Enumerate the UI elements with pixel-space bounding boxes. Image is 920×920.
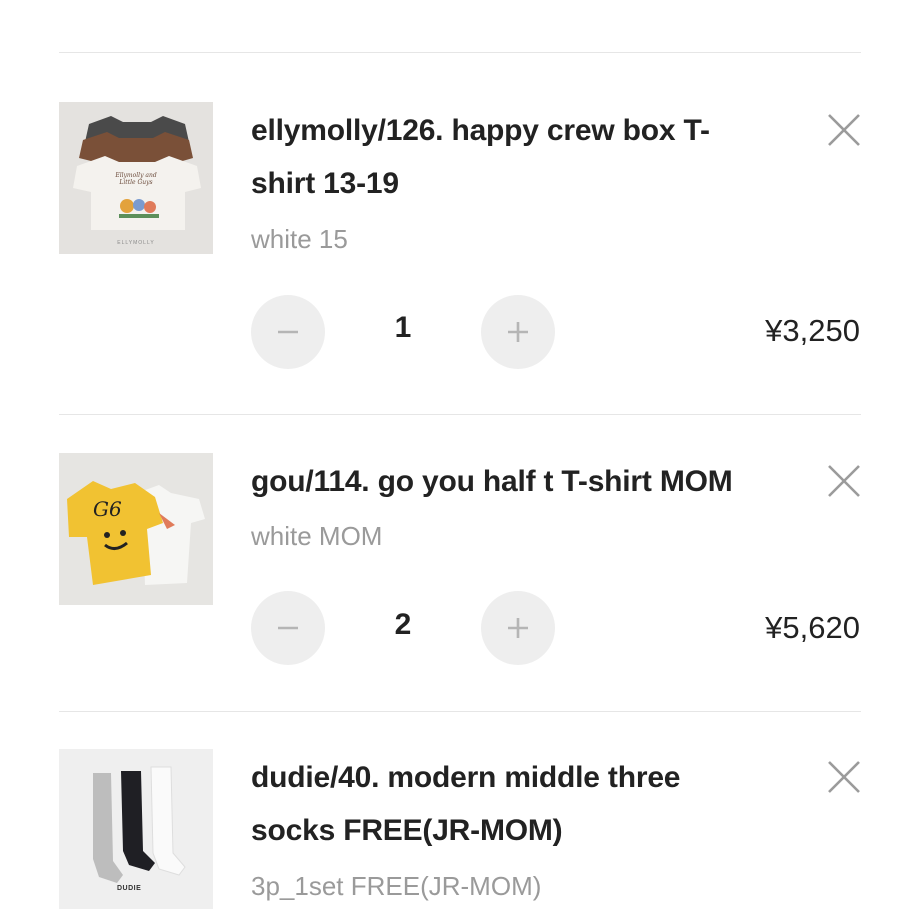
product-thumbnail[interactable]: Ellymolly and Little Guys ELLYMOLLY — [59, 102, 213, 254]
divider — [59, 414, 861, 415]
minus-icon — [278, 626, 298, 630]
plus-icon — [508, 618, 528, 638]
increase-quantity-button[interactable] — [481, 295, 555, 369]
thumb-logo-text: DUDIE — [117, 885, 142, 892]
close-icon — [828, 761, 860, 793]
decrease-quantity-button[interactable] — [251, 295, 325, 369]
product-title[interactable]: gou/114. go you half t T-shirt MOM — [251, 455, 811, 508]
product-title-line: socks FREE(JR-MOM) — [251, 814, 563, 847]
item-price: ¥3,250 — [765, 313, 860, 348]
product-variant: 3p_1set FREE(JR-MOM) — [251, 871, 542, 901]
item-price: ¥5,620 — [765, 610, 860, 645]
product-variant: white MOM — [251, 521, 383, 551]
product-title-line: shirt 13-19 — [251, 167, 399, 200]
increase-quantity-button[interactable] — [481, 591, 555, 665]
close-icon — [828, 114, 860, 146]
product-title[interactable]: ellymolly/126. happy crew box T- shirt 1… — [251, 104, 771, 210]
thumb-logo-text: ELLYMOLLY — [117, 240, 155, 246]
product-title-line: ellymolly/126. happy crew box T- — [251, 114, 710, 147]
divider — [59, 52, 861, 53]
divider — [59, 711, 861, 712]
minus-icon — [278, 330, 298, 334]
product-thumbnail[interactable]: DUDIE — [59, 749, 213, 909]
quantity-value: 2 — [394, 608, 412, 641]
remove-item-button[interactable] — [826, 759, 862, 795]
thumb-print-text: G6 — [93, 497, 122, 521]
close-icon — [828, 465, 860, 497]
product-variant: white 15 — [251, 224, 348, 254]
thumb-print-text: Ellymolly and Little Guys — [115, 172, 157, 186]
product-thumbnail[interactable]: G6 — [59, 453, 213, 605]
product-title-line: dudie/40. modern middle three — [251, 761, 681, 794]
plus-icon — [508, 322, 528, 342]
quantity-value: 1 — [394, 311, 412, 344]
remove-item-button[interactable] — [826, 463, 862, 499]
remove-item-button[interactable] — [826, 112, 862, 148]
decrease-quantity-button[interactable] — [251, 591, 325, 665]
product-title[interactable]: dudie/40. modern middle three socks FREE… — [251, 751, 771, 857]
